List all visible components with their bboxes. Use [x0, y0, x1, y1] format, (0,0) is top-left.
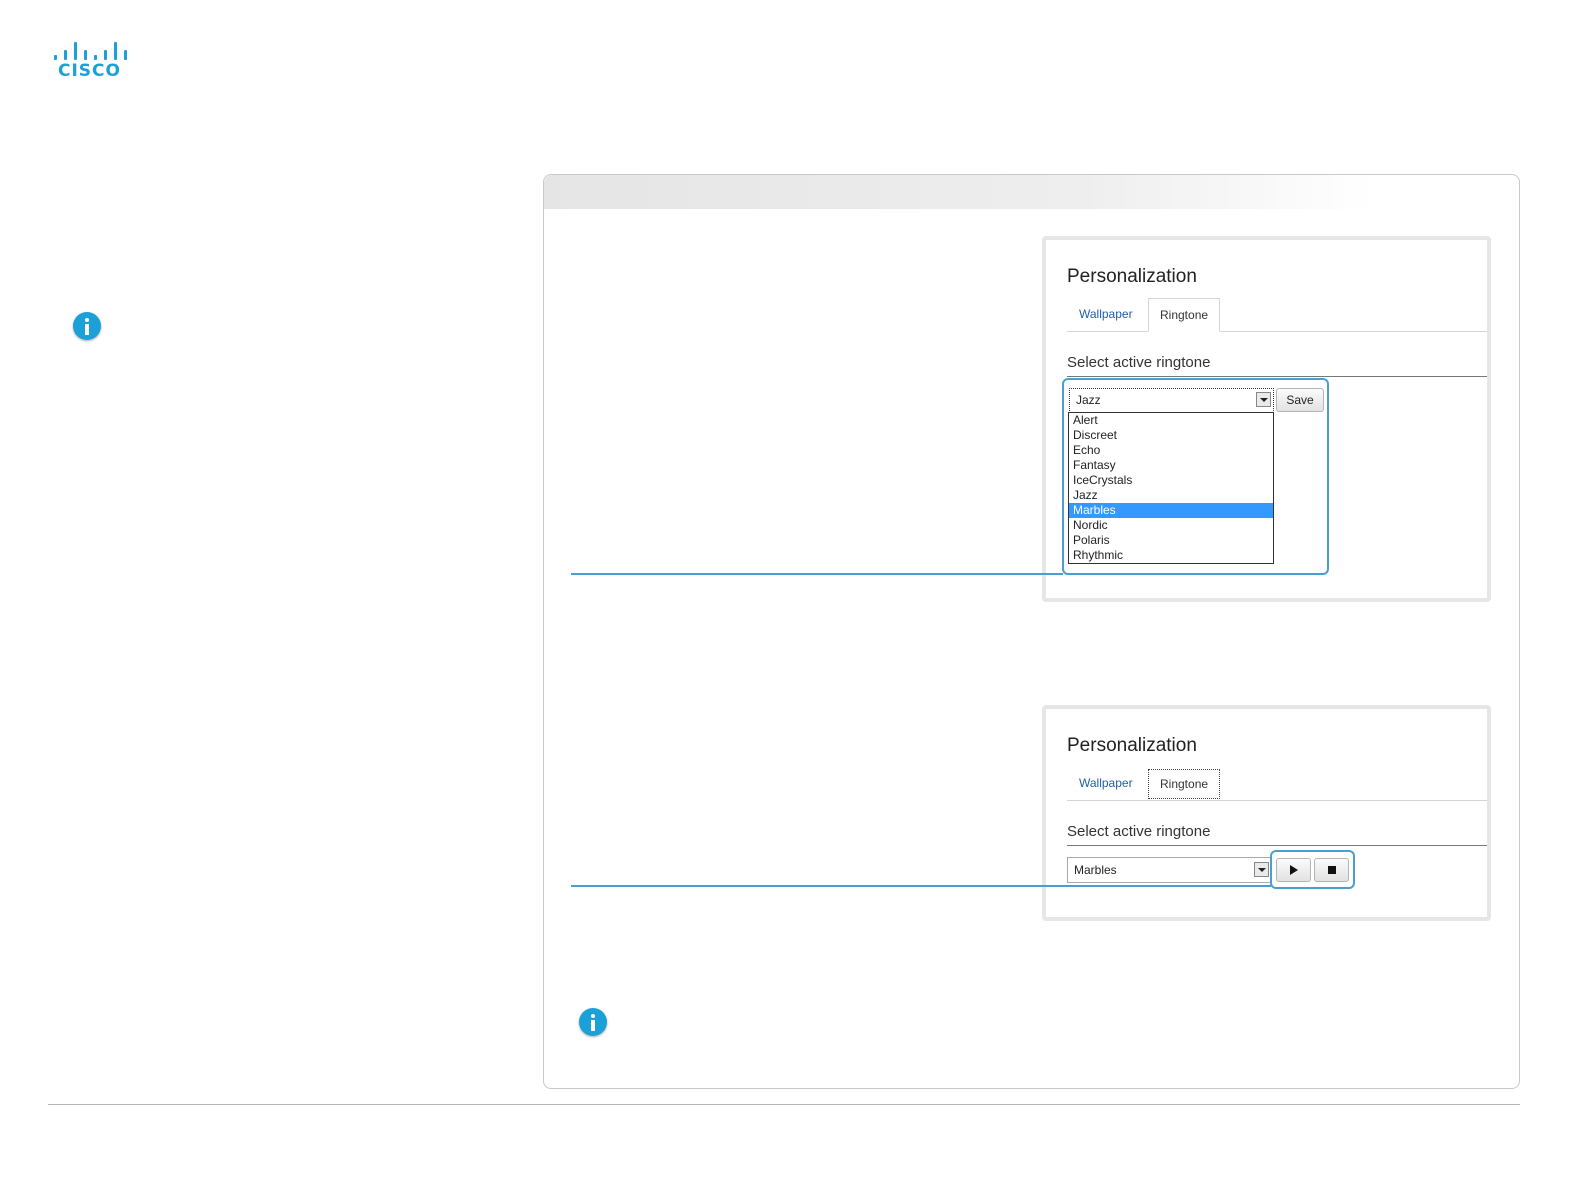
chevron-down-icon[interactable]	[1254, 862, 1269, 877]
page-title: Personalization	[1067, 266, 1197, 287]
tab-wallpaper[interactable]: Wallpaper	[1068, 298, 1144, 330]
tab-ringtone[interactable]: Ringtone	[1148, 769, 1221, 799]
page-title: Personalization	[1067, 735, 1197, 756]
highlight-frame	[1062, 378, 1329, 575]
tab-bar: Wallpaper Ringtone	[1067, 298, 1487, 332]
section-title: Select active ringtone	[1067, 823, 1211, 840]
panel-header	[544, 175, 1519, 209]
personalization-screenshot-2: Personalization Wallpaper Ringtone Selec…	[1042, 705, 1491, 921]
cisco-logo: CISCO	[52, 42, 128, 82]
info-icon	[579, 1008, 607, 1036]
tab-ringtone[interactable]: Ringtone	[1148, 298, 1221, 332]
section-divider	[1067, 845, 1487, 846]
ringtone-select-value: Marbles	[1074, 863, 1117, 877]
cisco-logo-text: CISCO	[58, 61, 121, 81]
highlight-frame	[1270, 850, 1355, 889]
ringtone-select[interactable]: Marbles	[1067, 857, 1272, 883]
callout-line	[571, 573, 1063, 575]
info-icon	[73, 312, 101, 340]
callout-line	[571, 885, 1271, 887]
section-title: Select active ringtone	[1067, 354, 1211, 371]
footer-divider	[48, 1104, 1520, 1105]
tab-bar: Wallpaper Ringtone	[1067, 767, 1487, 801]
cisco-logo-bars	[52, 42, 128, 60]
section-divider	[1067, 376, 1487, 377]
tab-wallpaper[interactable]: Wallpaper	[1068, 767, 1144, 799]
